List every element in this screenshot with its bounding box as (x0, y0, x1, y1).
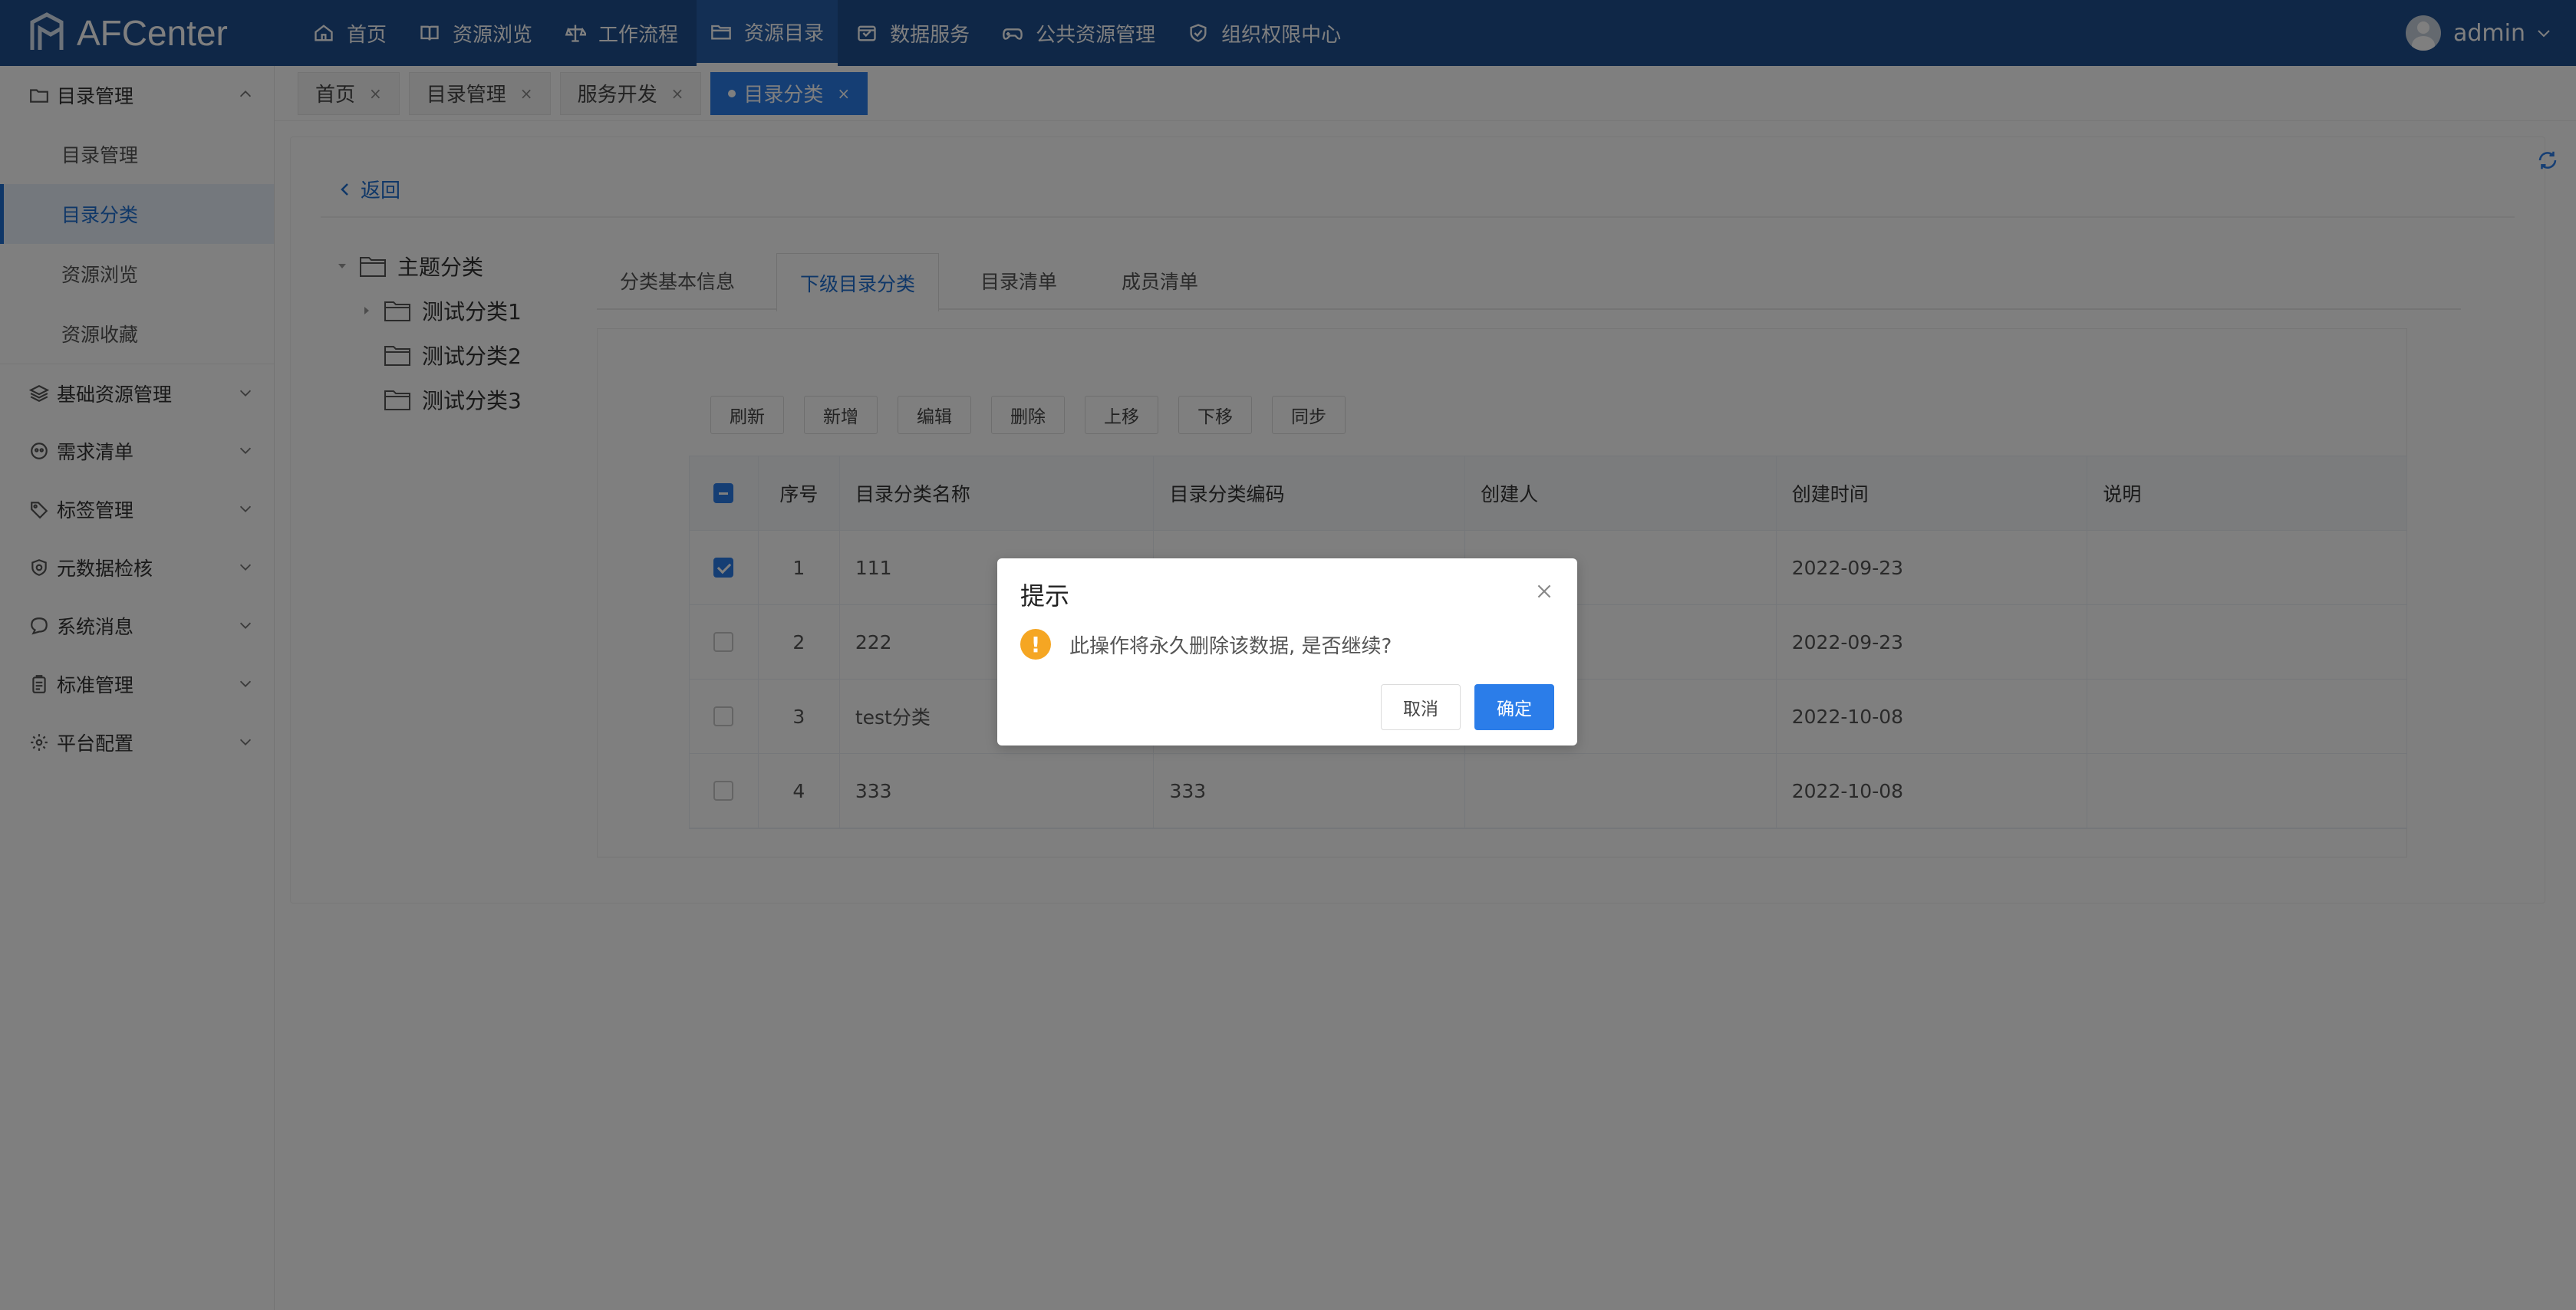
confirm-dialog: 提示 ! 此操作将永久删除该数据, 是否继续? 取消 确定 (997, 558, 1577, 746)
cancel-button[interactable]: 取消 (1381, 684, 1461, 730)
dialog-message: ! 此操作将永久删除该数据, 是否继续? (1020, 629, 1392, 660)
dialog-actions: 取消 确定 (1367, 684, 1554, 730)
warning-icon: ! (1020, 629, 1051, 660)
dialog-message-text: 此操作将永久删除该数据, 是否继续? (1069, 634, 1392, 658)
confirm-button[interactable]: 确定 (1474, 684, 1554, 730)
dialog-title: 提示 (1020, 581, 1070, 611)
close-icon[interactable] (1534, 581, 1554, 601)
